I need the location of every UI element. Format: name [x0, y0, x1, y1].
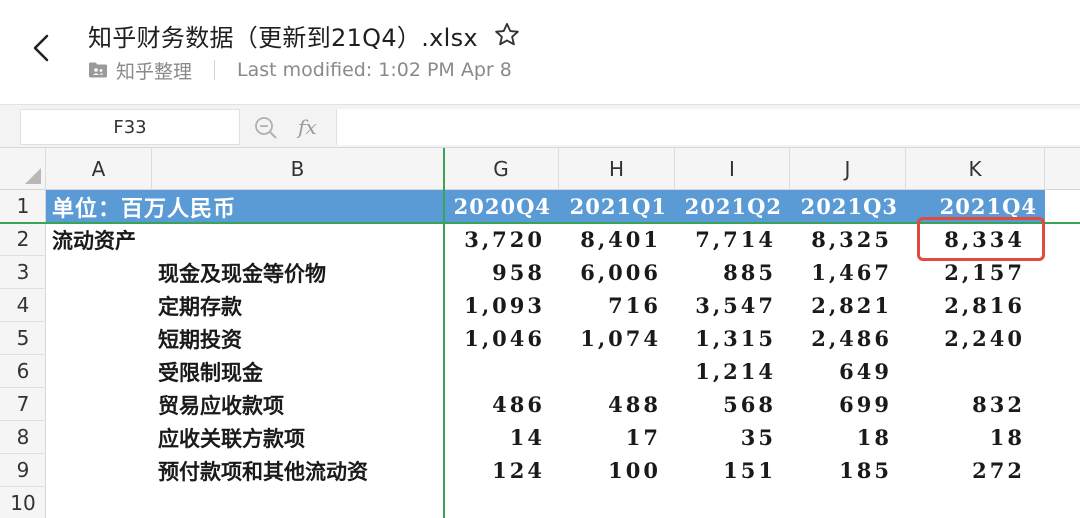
value-cell[interactable]: 716	[559, 289, 675, 322]
row-header[interactable]: 10	[0, 487, 46, 518]
back-button[interactable]	[22, 28, 62, 68]
value-cell[interactable]	[906, 355, 1045, 388]
line-label-cell[interactable]: 贸易应收款项	[46, 388, 444, 421]
column-header-j[interactable]: J	[790, 148, 906, 190]
highlight-annotation-box	[917, 217, 1045, 261]
value-cell[interactable]: 486	[444, 388, 559, 421]
file-title: 知乎财务数据（更新到21Q4）.xlsx	[88, 24, 478, 52]
value-cell[interactable]: 272	[906, 454, 1045, 487]
value-cell[interactable]: 124	[444, 454, 559, 487]
row-header[interactable]: 6	[0, 355, 46, 388]
row-header[interactable]: 7	[0, 388, 46, 421]
formula-bar: F33 fx	[0, 104, 1080, 148]
value-cell[interactable]: 8,325	[790, 223, 906, 256]
select-all-corner[interactable]	[0, 148, 46, 190]
last-modified: Last modified: 1:02 PM Apr 8	[237, 59, 512, 81]
row-headers: 1 2 3 4 5 6 7 8 9 10	[0, 190, 46, 518]
chevron-left-icon	[33, 34, 49, 62]
line-label-cell[interactable]: 定期存款	[46, 289, 444, 322]
line-label-cell[interactable]: 现金及现金等价物	[46, 256, 444, 289]
period-header-cell[interactable]: 2020Q4	[444, 190, 559, 223]
value-cell[interactable]: 7,714	[675, 223, 790, 256]
line-label-cell[interactable]: 流动资产	[46, 223, 444, 256]
value-cell[interactable]: 885	[675, 256, 790, 289]
line-label-cell[interactable]: 应收关联方款项	[46, 421, 444, 454]
column-header-k[interactable]: K	[906, 148, 1045, 190]
line-label-cell[interactable]: 预付款项和其他流动资	[46, 454, 444, 487]
star-icon	[495, 22, 519, 46]
column-header-b[interactable]: B	[152, 148, 444, 190]
row-header[interactable]: 8	[0, 421, 46, 454]
cell-name-box[interactable]: F33	[20, 109, 240, 145]
value-cell[interactable]: 14	[444, 421, 559, 454]
period-header-cell[interactable]: 2021Q1	[559, 190, 675, 223]
formula-input[interactable]	[336, 109, 1080, 145]
value-cell[interactable]: 649	[790, 355, 906, 388]
row-header[interactable]: 1	[0, 190, 46, 223]
period-header-cell[interactable]: 2021Q2	[675, 190, 790, 223]
value-cell[interactable]: 1,467	[790, 256, 906, 289]
value-cell[interactable]: 2,816	[906, 289, 1045, 322]
row-header[interactable]: 4	[0, 289, 46, 322]
value-cell[interactable]: 3,720	[444, 223, 559, 256]
value-cell[interactable]: 2,821	[790, 289, 906, 322]
value-cell[interactable]: 18	[790, 421, 906, 454]
value-cell[interactable]: 18	[906, 421, 1045, 454]
value-cell[interactable]: 2,486	[790, 322, 906, 355]
value-cell[interactable]: 6,006	[559, 256, 675, 289]
value-cell[interactable]	[559, 355, 675, 388]
row-header[interactable]: 2	[0, 223, 46, 256]
value-cell[interactable]: 1,074	[559, 322, 675, 355]
value-cell[interactable]	[444, 355, 559, 388]
value-cell[interactable]: 35	[675, 421, 790, 454]
value-cell[interactable]: 3,547	[675, 289, 790, 322]
favorite-button[interactable]	[493, 21, 521, 49]
column-headers: A B G H I J K	[0, 148, 1080, 190]
owner-name: 知乎整理	[116, 60, 193, 83]
value-cell[interactable]: 1,093	[444, 289, 559, 322]
meta-divider	[214, 60, 216, 80]
fx-icon[interactable]: fx	[298, 115, 317, 139]
column-header-h[interactable]: H	[559, 148, 675, 190]
line-label-cell[interactable]: 短期投资	[46, 322, 444, 355]
value-cell[interactable]: 2,240	[906, 322, 1045, 355]
zoom-search-icon[interactable]	[252, 115, 280, 141]
row-header[interactable]: 3	[0, 256, 46, 289]
value-cell[interactable]: 568	[675, 388, 790, 421]
column-header-i[interactable]: I	[675, 148, 790, 190]
value-cell[interactable]: 1,315	[675, 322, 790, 355]
period-header-cell[interactable]: 2021Q3	[790, 190, 906, 223]
row-header[interactable]: 5	[0, 322, 46, 355]
value-cell[interactable]: 1,214	[675, 355, 790, 388]
value-cell[interactable]: 185	[790, 454, 906, 487]
value-cell[interactable]: 1,046	[444, 322, 559, 355]
shared-folder-icon	[89, 62, 107, 78]
column-header-a[interactable]: A	[46, 148, 152, 190]
value-cell[interactable]: 17	[559, 421, 675, 454]
column-header-g[interactable]: G	[444, 148, 559, 190]
value-cell[interactable]: 699	[790, 388, 906, 421]
line-label-cell[interactable]: 受限制现金	[46, 355, 444, 388]
row-header[interactable]: 9	[0, 454, 46, 487]
document-header: 知乎财务数据（更新到21Q4）.xlsx 知乎整理 Last modified:…	[0, 0, 1080, 104]
value-cell[interactable]: 100	[559, 454, 675, 487]
value-cell[interactable]: 151	[675, 454, 790, 487]
freeze-pane-vertical-line	[443, 148, 445, 518]
value-cell[interactable]: 958	[444, 256, 559, 289]
corner-triangle-icon	[25, 168, 41, 184]
unit-label-cell[interactable]: 单位：百万人民币	[46, 190, 444, 223]
value-cell[interactable]: 832	[906, 388, 1045, 421]
value-cell[interactable]: 8,401	[559, 223, 675, 256]
file-meta: 知乎整理 Last modified: 1:02 PM Apr 8	[88, 58, 512, 83]
value-cell[interactable]: 488	[559, 388, 675, 421]
